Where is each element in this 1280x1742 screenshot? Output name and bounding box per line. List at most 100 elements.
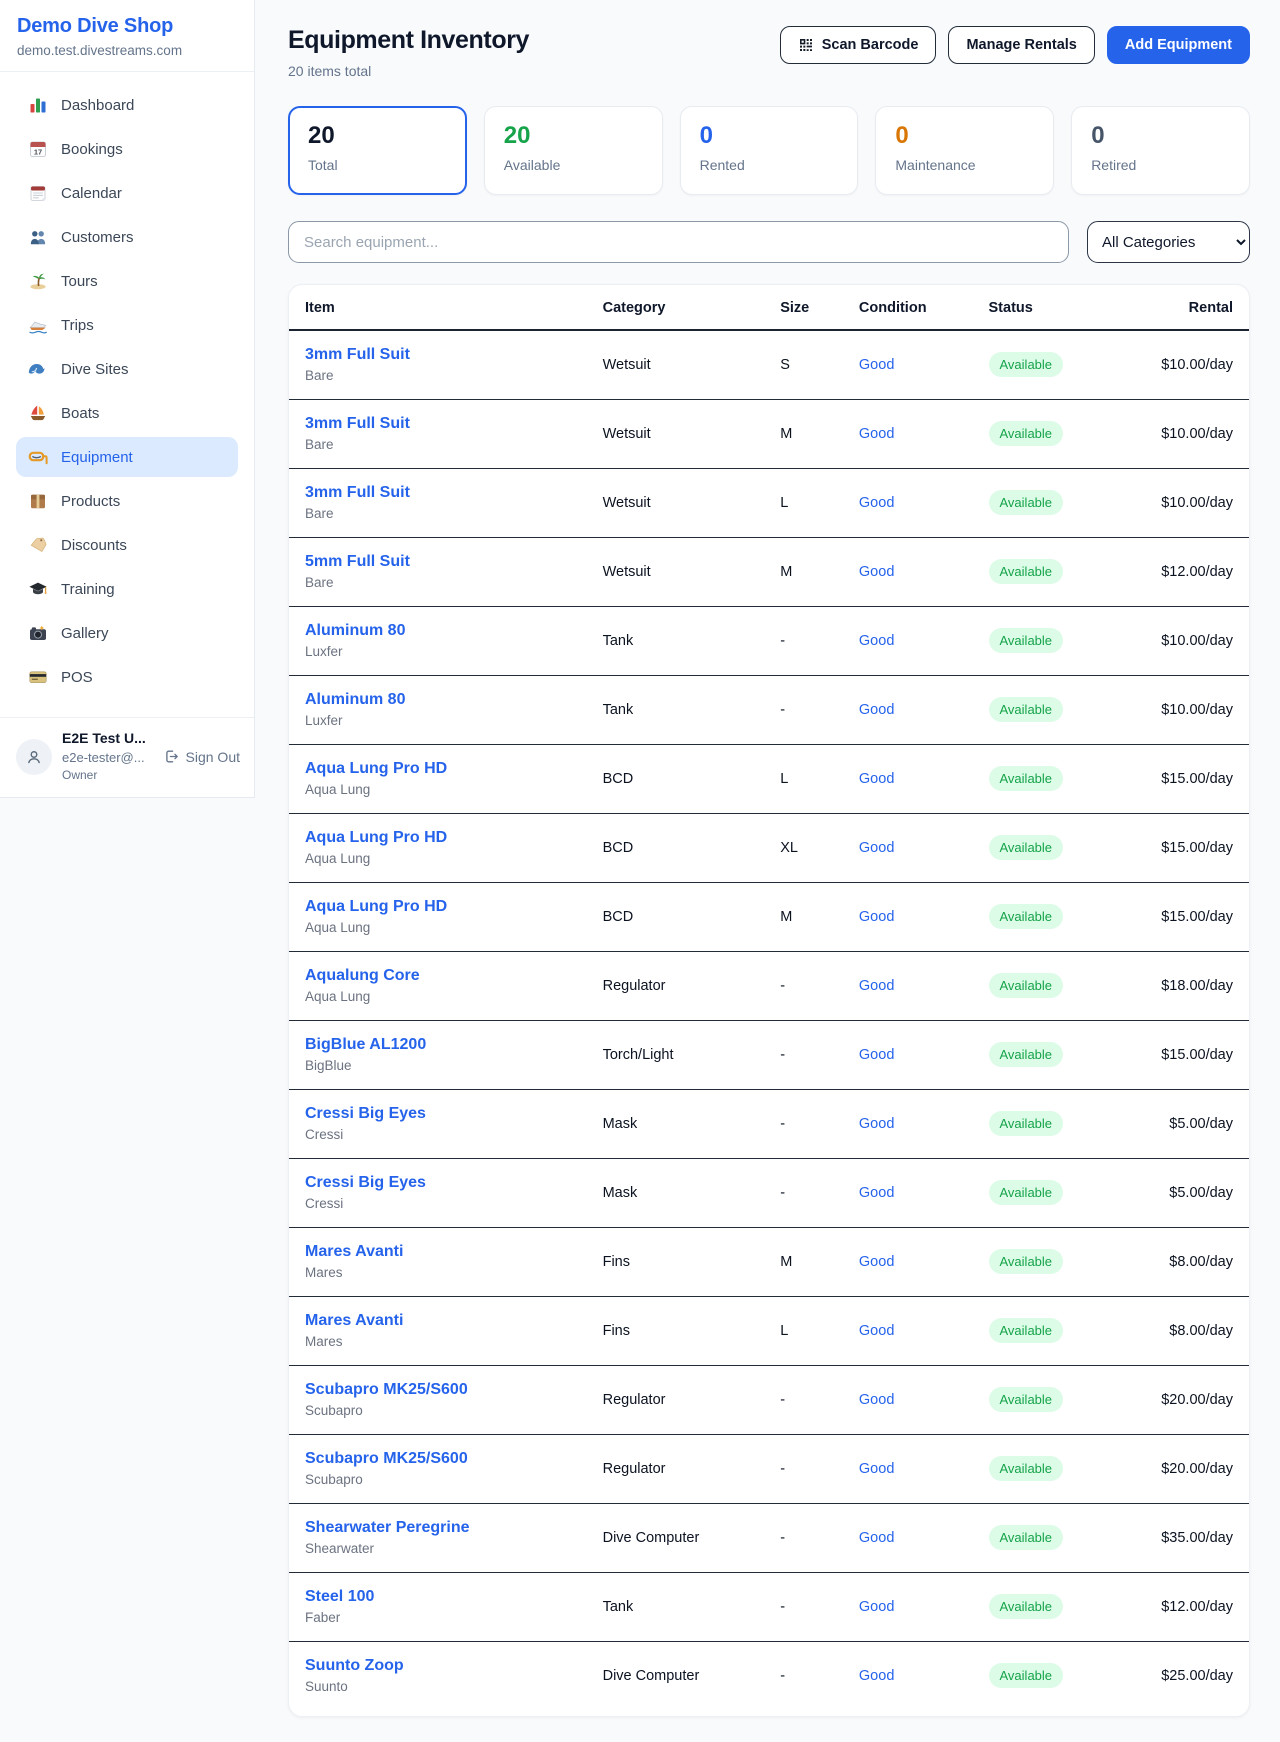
sidebar-item-calendar[interactable]: Calendar xyxy=(16,173,238,213)
items-total-count: 20 items total xyxy=(288,63,529,79)
graduation-cap-icon xyxy=(28,579,48,599)
sidebar-item-boats[interactable]: Boats xyxy=(16,393,238,433)
rental-cell: $10.00/day xyxy=(1097,606,1249,675)
category-cell: Wetsuit xyxy=(587,537,765,606)
item-name-link[interactable]: BigBlue AL1200 xyxy=(305,1036,571,1054)
condition-link[interactable]: Good xyxy=(859,357,894,373)
status-badge: Available xyxy=(989,697,1064,722)
item-name-link[interactable]: Aqua Lung Pro HD xyxy=(305,898,571,916)
condition-link[interactable]: Good xyxy=(859,1185,894,1201)
sidebar-item-gallery[interactable]: Gallery xyxy=(16,613,238,653)
condition-link[interactable]: Good xyxy=(859,1530,894,1546)
item-name-link[interactable]: 3mm Full Suit xyxy=(305,415,571,433)
status-badge: Available xyxy=(989,559,1064,584)
sidebar-item-tours[interactable]: Tours xyxy=(16,261,238,301)
size-cell: L xyxy=(764,468,843,537)
sidebar-item-bookings[interactable]: 17Bookings xyxy=(16,129,238,169)
stat-card-available[interactable]: 20Available xyxy=(484,106,663,195)
table-row: Shearwater PeregrineShearwaterDive Compu… xyxy=(289,1503,1249,1572)
table-row: 5mm Full SuitBareWetsuitMGoodAvailable$1… xyxy=(289,537,1249,606)
sidebar-item-label: Boats xyxy=(61,405,99,422)
sidebar-item-products[interactable]: Products xyxy=(16,481,238,521)
item-name-link[interactable]: Aqualung Core xyxy=(305,967,571,985)
category-select[interactable]: All Categories xyxy=(1087,221,1250,263)
stat-value: 0 xyxy=(895,122,1034,150)
barcode-scan-icon xyxy=(798,37,814,53)
item-name-link[interactable]: Suunto Zoop xyxy=(305,1657,571,1675)
sidebar-item-label: POS xyxy=(61,669,93,686)
item-name-link[interactable]: Aqua Lung Pro HD xyxy=(305,829,571,847)
status-badge: Available xyxy=(989,421,1064,446)
condition-link[interactable]: Good xyxy=(859,426,894,442)
sailboat-icon xyxy=(28,403,48,423)
stat-card-maintenance[interactable]: 0Maintenance xyxy=(875,106,1054,195)
item-name-link[interactable]: Scubapro MK25/S600 xyxy=(305,1381,571,1399)
condition-link[interactable]: Good xyxy=(859,1254,894,1270)
item-name-link[interactable]: Aqua Lung Pro HD xyxy=(305,760,571,778)
item-name-link[interactable]: 5mm Full Suit xyxy=(305,553,571,571)
sidebar-item-dive-sites[interactable]: Dive Sites xyxy=(16,349,238,389)
item-brand: Aqua Lung xyxy=(305,920,571,935)
status-badge: Available xyxy=(989,1042,1064,1067)
item-name-link[interactable]: Mares Avanti xyxy=(305,1312,571,1330)
condition-link[interactable]: Good xyxy=(859,1461,894,1477)
sidebar-item-dashboard[interactable]: Dashboard xyxy=(16,85,238,125)
condition-link[interactable]: Good xyxy=(859,909,894,925)
camera-icon xyxy=(28,623,48,643)
item-name-link[interactable]: Shearwater Peregrine xyxy=(305,1519,571,1537)
item-name-link[interactable]: 3mm Full Suit xyxy=(305,346,571,364)
sidebar-item-discounts[interactable]: Discounts xyxy=(16,525,238,565)
item-name-link[interactable]: Cressi Big Eyes xyxy=(305,1105,571,1123)
condition-link[interactable]: Good xyxy=(859,1047,894,1063)
condition-link[interactable]: Good xyxy=(859,1323,894,1339)
search-input[interactable] xyxy=(288,221,1069,263)
status-badge: Available xyxy=(989,1663,1064,1688)
size-cell: - xyxy=(764,1365,843,1434)
condition-link[interactable]: Good xyxy=(859,1116,894,1132)
item-name-link[interactable]: Aluminum 80 xyxy=(305,622,571,640)
size-cell: - xyxy=(764,1503,843,1572)
item-name-link[interactable]: Scubapro MK25/S600 xyxy=(305,1450,571,1468)
dashboard-icon xyxy=(28,95,48,115)
stat-card-retired[interactable]: 0Retired xyxy=(1071,106,1250,195)
condition-link[interactable]: Good xyxy=(859,702,894,718)
sidebar-item-pos[interactable]: POS xyxy=(16,657,238,697)
scan-barcode-button[interactable]: Scan Barcode xyxy=(780,26,937,64)
sign-out-icon xyxy=(163,748,180,765)
condition-link[interactable]: Good xyxy=(859,771,894,787)
condition-link[interactable]: Good xyxy=(859,1599,894,1615)
item-name-link[interactable]: Mares Avanti xyxy=(305,1243,571,1261)
item-brand: Bare xyxy=(305,368,571,383)
equipment-table: ItemCategorySizeConditionStatusRental 3m… xyxy=(289,285,1249,1710)
item-name-link[interactable]: Aluminum 80 xyxy=(305,691,571,709)
condition-link[interactable]: Good xyxy=(859,1668,894,1684)
brand-link[interactable]: Demo Dive Shop xyxy=(17,15,238,38)
manage-rentals-label: Manage Rentals xyxy=(966,37,1076,53)
stat-card-total[interactable]: 20Total xyxy=(288,106,467,195)
sidebar-item-training[interactable]: Training xyxy=(16,569,238,609)
sidebar-item-trips[interactable]: Trips xyxy=(16,305,238,345)
item-name-link[interactable]: 3mm Full Suit xyxy=(305,484,571,502)
condition-link[interactable]: Good xyxy=(859,1392,894,1408)
table-header-row: ItemCategorySizeConditionStatusRental xyxy=(289,285,1249,330)
table-row: Steel 100FaberTank-GoodAvailable$12.00/d… xyxy=(289,1572,1249,1641)
stat-card-rented[interactable]: 0Rented xyxy=(680,106,859,195)
calendar-icon xyxy=(28,183,48,203)
condition-link[interactable]: Good xyxy=(859,564,894,580)
item-brand: Mares xyxy=(305,1265,571,1280)
item-name-link[interactable]: Cressi Big Eyes xyxy=(305,1174,571,1192)
condition-link[interactable]: Good xyxy=(859,840,894,856)
condition-link[interactable]: Good xyxy=(859,978,894,994)
manage-rentals-button[interactable]: Manage Rentals xyxy=(948,26,1094,64)
sign-out-button[interactable]: Sign Out xyxy=(163,748,240,765)
condition-link[interactable]: Good xyxy=(859,633,894,649)
sidebar-item-label: Dive Sites xyxy=(61,361,129,378)
condition-link[interactable]: Good xyxy=(859,495,894,511)
sidebar-item-equipment[interactable]: Equipment xyxy=(16,437,238,477)
size-cell: M xyxy=(764,1227,843,1296)
add-equipment-button[interactable]: Add Equipment xyxy=(1107,26,1250,64)
sidebar-item-customers[interactable]: Customers xyxy=(16,217,238,257)
item-name-link[interactable]: Steel 100 xyxy=(305,1588,571,1606)
page-title: Equipment Inventory xyxy=(288,26,529,55)
table-row: Aluminum 80LuxferTank-GoodAvailable$10.0… xyxy=(289,606,1249,675)
